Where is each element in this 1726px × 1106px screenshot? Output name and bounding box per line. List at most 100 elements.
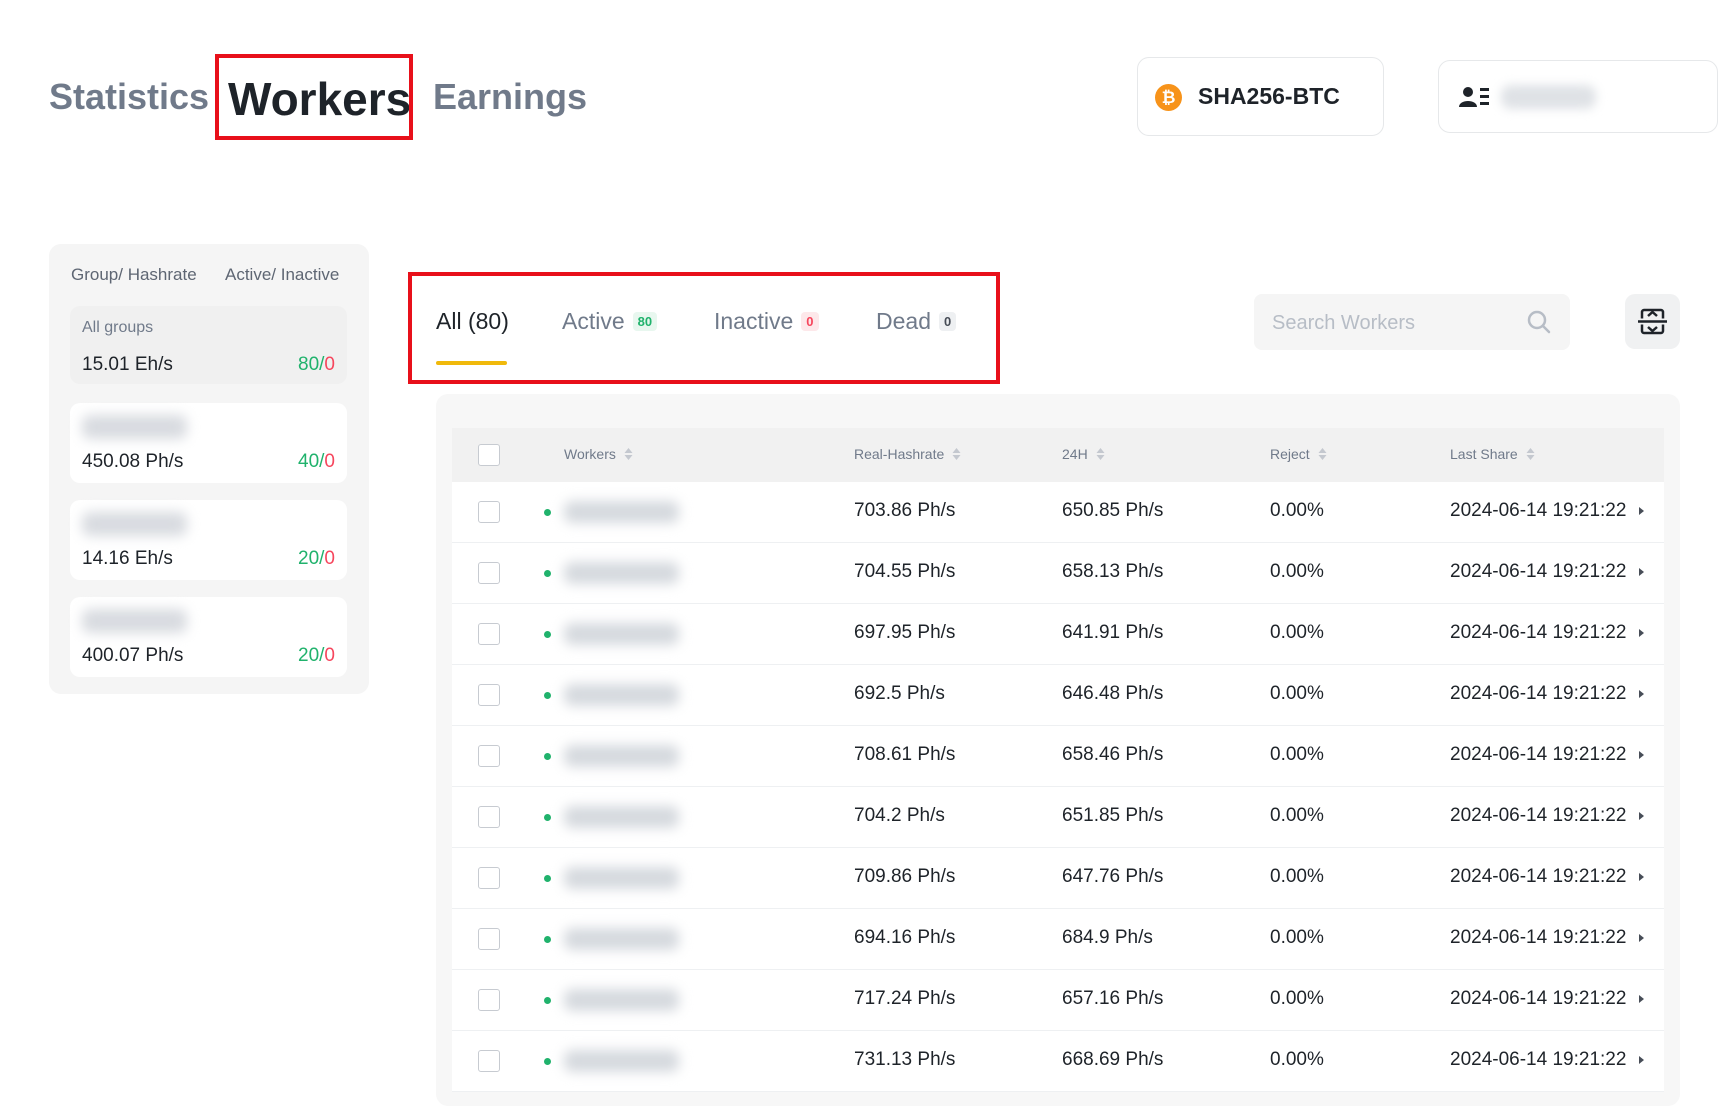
last-share: 2024-06-14 19:21:22 bbox=[1450, 1049, 1627, 1070]
group-name-redacted bbox=[82, 415, 187, 439]
row-checkbox[interactable] bbox=[478, 989, 500, 1011]
table-row[interactable]: 694.16 Ph/s 684.9 Ph/s 0.00% 2024-06-14 19:… bbox=[452, 909, 1664, 970]
account-selector[interactable] bbox=[1438, 60, 1718, 133]
reject-rate: 0.00% bbox=[1270, 1049, 1324, 1070]
reject-rate: 0.00% bbox=[1270, 744, 1324, 765]
column-header-workers[interactable]: Workers bbox=[564, 446, 633, 462]
expand-arrow-icon[interactable] bbox=[1639, 507, 1644, 515]
expand-arrow-icon[interactable] bbox=[1639, 995, 1644, 1003]
real-hashrate: 697.95 Ph/s bbox=[854, 622, 956, 643]
group-hashrate: 400.07 Ph/s bbox=[82, 645, 184, 666]
expand-arrow-icon[interactable] bbox=[1639, 568, 1644, 576]
row-checkbox[interactable] bbox=[478, 562, 500, 584]
reject-rate: 0.00% bbox=[1270, 927, 1324, 948]
expand-arrow-icon[interactable] bbox=[1639, 812, 1644, 820]
hashrate-24h: 658.46 Ph/s bbox=[1062, 744, 1164, 765]
last-share: 2024-06-14 19:21:22 bbox=[1450, 683, 1627, 704]
search-icon[interactable] bbox=[1526, 309, 1552, 335]
real-hashrate: 692.5 Ph/s bbox=[854, 683, 945, 704]
table-row[interactable]: 704.55 Ph/s 658.13 Ph/s 0.00% 2024-06-14 19… bbox=[452, 543, 1664, 604]
row-checkbox[interactable] bbox=[478, 806, 500, 828]
account-name-redacted bbox=[1501, 85, 1596, 109]
last-share: 2024-06-14 19:21:22 bbox=[1450, 500, 1627, 521]
worker-name-redacted bbox=[564, 867, 679, 889]
hashrate-24h: 657.16 Ph/s bbox=[1062, 988, 1164, 1009]
tab-statistics[interactable]: Statistics bbox=[49, 76, 209, 118]
last-share: 2024-06-14 19:21:22 bbox=[1450, 805, 1627, 826]
algorithm-selector[interactable]: ₿ SHA256-BTC bbox=[1137, 57, 1384, 136]
worker-name-redacted bbox=[564, 928, 679, 950]
search-box[interactable] bbox=[1254, 294, 1570, 352]
table-row[interactable]: 709.86 Ph/s 647.76 Ph/s 0.00% 2024-06-14 19… bbox=[452, 848, 1664, 909]
worker-name-redacted bbox=[564, 623, 679, 645]
select-all-checkbox[interactable] bbox=[478, 444, 500, 466]
column-header-reject[interactable]: Reject bbox=[1270, 446, 1327, 462]
expand-arrow-icon[interactable] bbox=[1639, 751, 1644, 759]
status-dot bbox=[544, 814, 551, 821]
table-row[interactable]: 708.61 Ph/s 658.46 Ph/s 0.00% 2024-06-14 19… bbox=[452, 726, 1664, 787]
account-icon bbox=[1459, 87, 1489, 107]
expand-arrow-icon[interactable] bbox=[1639, 1056, 1644, 1064]
last-share: 2024-06-14 19:21:22 bbox=[1450, 622, 1627, 643]
last-share: 2024-06-14 19:21:22 bbox=[1450, 744, 1627, 765]
table-row[interactable]: 697.95 Ph/s 641.91 Ph/s 0.00% 2024-06-14 19… bbox=[452, 604, 1664, 665]
group-panel: Group/ Hashrate Active/ Inactive All gro… bbox=[49, 244, 369, 694]
column-header-real-hashrate[interactable]: Real-Hashrate bbox=[854, 446, 961, 462]
hashrate-24h: 684.9 Ph/s bbox=[1062, 927, 1153, 948]
bitcoin-icon: ₿ bbox=[1155, 84, 1182, 111]
table-row[interactable]: 704.2 Ph/s 651.85 Ph/s 0.00% 2024-06-14 19:… bbox=[452, 787, 1664, 848]
worker-name-redacted bbox=[564, 684, 679, 706]
hashrate-24h: 646.48 Ph/s bbox=[1062, 683, 1164, 704]
row-checkbox[interactable] bbox=[478, 867, 500, 889]
group-name-redacted bbox=[82, 609, 187, 633]
group-item-all[interactable]: All groups 15.01 Eh/s 80/0 bbox=[70, 306, 347, 384]
status-dot bbox=[544, 692, 551, 699]
row-checkbox[interactable] bbox=[478, 745, 500, 767]
real-hashrate: 717.24 Ph/s bbox=[854, 988, 956, 1009]
expand-arrow-icon[interactable] bbox=[1639, 934, 1644, 942]
sort-icon bbox=[1318, 448, 1327, 460]
sort-icon bbox=[624, 448, 633, 460]
hashrate-24h: 641.91 Ph/s bbox=[1062, 622, 1164, 643]
real-hashrate: 703.86 Ph/s bbox=[854, 500, 956, 521]
group-item[interactable]: 14.16 Eh/s 20/0 bbox=[70, 500, 347, 580]
status-dot bbox=[544, 997, 551, 1004]
hashrate-24h: 650.85 Ph/s bbox=[1062, 500, 1164, 521]
table-row[interactable]: 703.86 Ph/s 650.85 Ph/s 0.00% 2024-06-14 19… bbox=[452, 482, 1664, 543]
reject-rate: 0.00% bbox=[1270, 561, 1324, 582]
row-checkbox[interactable] bbox=[478, 501, 500, 523]
status-dot bbox=[544, 1058, 551, 1065]
table-row[interactable]: 692.5 Ph/s 646.48 Ph/s 0.00% 2024-06-14 19:… bbox=[452, 665, 1664, 726]
column-header-24h[interactable]: 24H bbox=[1062, 446, 1105, 462]
export-button[interactable] bbox=[1625, 294, 1680, 349]
row-checkbox[interactable] bbox=[478, 623, 500, 645]
row-checkbox[interactable] bbox=[478, 1050, 500, 1072]
search-input[interactable] bbox=[1270, 294, 1514, 352]
row-checkbox[interactable] bbox=[478, 684, 500, 706]
real-hashrate: 704.2 Ph/s bbox=[854, 805, 945, 826]
status-dot bbox=[544, 875, 551, 882]
real-hashrate: 708.61 Ph/s bbox=[854, 744, 956, 765]
expand-arrow-icon[interactable] bbox=[1639, 873, 1644, 881]
reject-rate: 0.00% bbox=[1270, 683, 1324, 704]
real-hashrate: 704.55 Ph/s bbox=[854, 561, 956, 582]
row-checkbox[interactable] bbox=[478, 928, 500, 950]
tab-earnings[interactable]: Earnings bbox=[433, 76, 587, 118]
worker-name-redacted bbox=[564, 501, 679, 523]
table-row[interactable]: 731.13 Ph/s 668.69 Ph/s 0.00% 2024-06-14 19… bbox=[452, 1031, 1664, 1092]
worker-name-redacted bbox=[564, 562, 679, 584]
group-item[interactable]: 450.08 Ph/s 40/0 bbox=[70, 403, 347, 483]
status-dot bbox=[544, 753, 551, 760]
group-hashrate-header: Group/ Hashrate bbox=[71, 265, 197, 284]
group-item[interactable]: 400.07 Ph/s 20/0 bbox=[70, 597, 347, 677]
real-hashrate: 709.86 Ph/s bbox=[854, 866, 956, 887]
reject-rate: 0.00% bbox=[1270, 622, 1324, 643]
table-row[interactable]: 717.24 Ph/s 657.16 Ph/s 0.00% 2024-06-14 19… bbox=[452, 970, 1664, 1031]
status-dot bbox=[544, 936, 551, 943]
status-dot bbox=[544, 570, 551, 577]
group-hashrate: 15.01 Eh/s bbox=[82, 354, 173, 375]
sort-icon bbox=[952, 448, 961, 460]
expand-arrow-icon[interactable] bbox=[1639, 690, 1644, 698]
column-header-last-share[interactable]: Last Share bbox=[1450, 446, 1535, 462]
expand-arrow-icon[interactable] bbox=[1639, 629, 1644, 637]
